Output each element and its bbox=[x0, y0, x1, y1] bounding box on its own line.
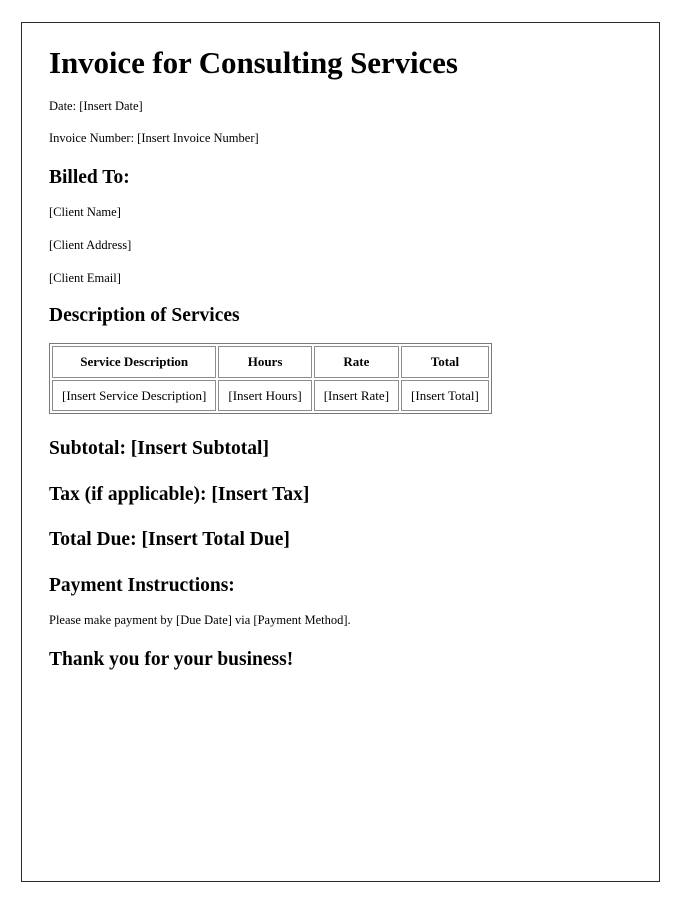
payment-instructions-heading: Payment Instructions: bbox=[49, 574, 235, 596]
description-of-services-heading: Description of Services bbox=[49, 304, 240, 326]
table-header-row: Service Description Hours Rate Total bbox=[52, 346, 489, 379]
column-header-rate: Rate bbox=[313, 346, 400, 379]
subtotal-line: Subtotal: [Insert Subtotal] bbox=[49, 438, 269, 460]
cell-service-description: [Insert Service Description] bbox=[52, 380, 217, 412]
table-row: [Insert Service Description] [Insert Hou… bbox=[52, 380, 489, 412]
invoice-page: Invoice for Consulting Services Date: [I… bbox=[21, 22, 660, 882]
services-table-head: Service Description Hours Rate Total bbox=[52, 346, 489, 379]
invoice-date-line: Date: [Insert Date] bbox=[49, 98, 143, 113]
invoice-content: Invoice for Consulting Services Date: [I… bbox=[22, 23, 659, 672]
page-title: Invoice for Consulting Services bbox=[49, 45, 458, 80]
cell-hours: [Insert Hours] bbox=[218, 380, 312, 412]
cell-rate: [Insert Rate] bbox=[313, 380, 400, 412]
column-header-total: Total bbox=[401, 346, 489, 379]
column-header-hours: Hours bbox=[218, 346, 312, 379]
invoice-number-line: Invoice Number: [Insert Invoice Number] bbox=[49, 130, 259, 145]
cell-total: [Insert Total] bbox=[401, 380, 489, 412]
tax-line: Tax (if applicable): [Insert Tax] bbox=[49, 483, 310, 505]
services-table: Service Description Hours Rate Total [In… bbox=[49, 343, 492, 415]
client-address-line: [Client Address] bbox=[49, 237, 132, 252]
closing-message: Thank you for your business! bbox=[49, 649, 294, 671]
column-header-service-description: Service Description bbox=[52, 346, 217, 379]
total-due-line: Total Due: [Insert Total Due] bbox=[49, 529, 290, 551]
billed-to-heading: Billed To: bbox=[49, 166, 130, 188]
client-name-line: [Client Name] bbox=[49, 204, 121, 219]
services-table-body: [Insert Service Description] [Insert Hou… bbox=[52, 380, 489, 412]
payment-instructions-note: Please make payment by [Due Date] via [P… bbox=[49, 613, 351, 628]
client-email-line: [Client Email] bbox=[49, 270, 121, 285]
